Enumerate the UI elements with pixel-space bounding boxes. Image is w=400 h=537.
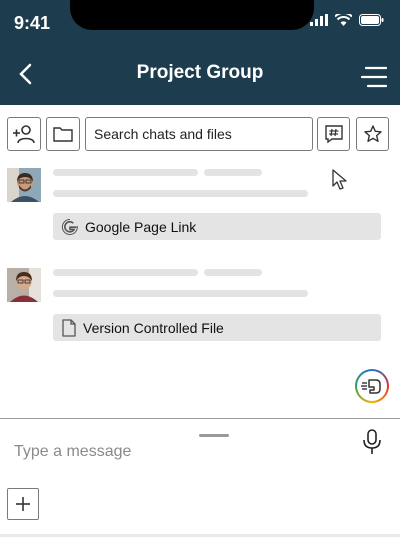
user-avatar-icon [7,168,41,202]
attachment-link[interactable]: Google Page Link [53,213,381,240]
google-icon [61,218,78,235]
voice-button[interactable] [362,429,382,455]
mouse-cursor-icon [331,168,349,197]
add-attachment-button[interactable] [7,488,39,520]
skeleton-line [53,169,198,176]
threads-button[interactable] [317,117,350,151]
skeleton-line [53,269,198,276]
user-avatar-icon [7,268,41,302]
drag-handle[interactable] [199,434,229,437]
status-time: 9:41 [14,13,51,33]
attachment-file[interactable]: Version Controlled File [53,314,381,341]
search-input[interactable]: Search chats and files [85,117,313,151]
files-button[interactable] [46,117,80,151]
attachment-label: Version Controlled File [83,319,224,336]
skeleton-line [204,269,262,276]
battery-icon [359,14,384,26]
file-icon [62,318,76,337]
skeleton-line [53,290,308,297]
chat-toolbar: Search chats and files [0,117,400,153]
message-input[interactable] [14,441,334,463]
wifi-icon [335,14,352,26]
microphone-icon [363,429,381,454]
hashtag-chat-icon [324,125,343,144]
avatar[interactable] [7,168,41,202]
add-member-button[interactable] [7,117,41,151]
favorite-button[interactable] [356,117,389,151]
menu-icon [360,66,388,88]
status-icons [310,14,384,26]
add-user-icon [13,125,35,144]
attachment-label: Google Page Link [85,218,197,235]
avatar[interactable] [7,268,41,302]
search-placeholder: Search chats and files [94,126,232,142]
folder-icon [53,127,73,142]
skeleton-line [53,190,308,197]
quick-action-button[interactable] [355,369,389,403]
star-icon [363,125,382,142]
app-header: 9:41 Project Group [0,0,400,105]
fast-hand-icon [361,379,381,394]
skeleton-line [204,169,262,176]
message-composer [0,418,400,537]
page-title: Project Group [136,62,264,83]
device-notch [70,0,314,30]
signal-icon [310,14,328,26]
menu-button[interactable] [360,64,388,90]
plus-icon [16,497,30,511]
